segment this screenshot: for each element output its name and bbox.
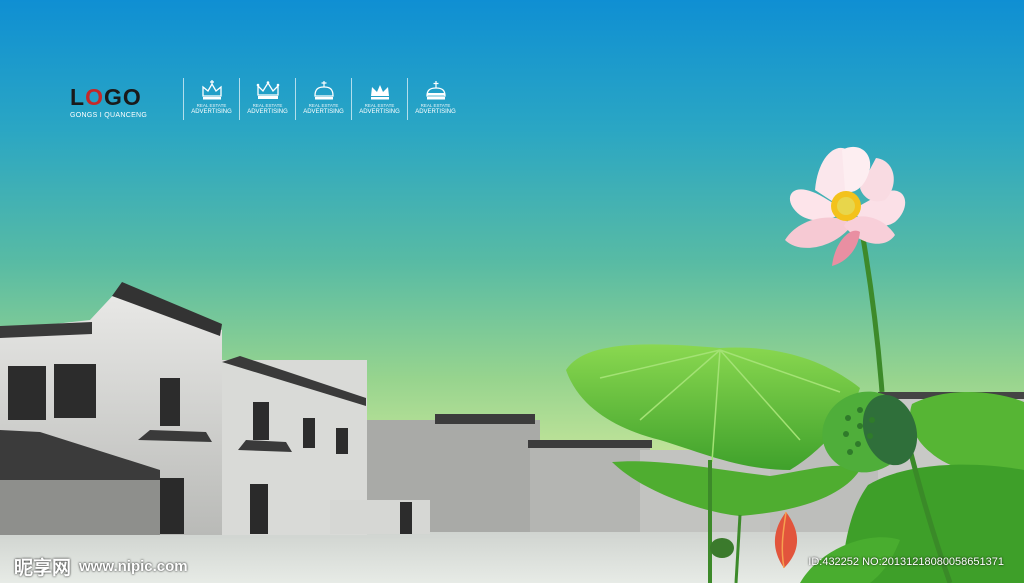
badge-4: REAL ESTATE ADVERTISING xyxy=(351,78,407,120)
badge-5: REAL ESTATE ADVERTISING xyxy=(407,78,463,120)
crown-icon xyxy=(370,85,389,100)
logo-o-accent: O xyxy=(85,84,104,110)
watermark-brand: 昵享网 xyxy=(14,557,72,579)
crown-icon xyxy=(425,81,446,100)
advertising-badges: REAL ESTATE ADVERTISING REAL ESTATE ADVE… xyxy=(183,78,463,120)
badge-3: REAL ESTATE ADVERTISING xyxy=(295,78,351,120)
badge-2: REAL ESTATE ADVERTISING xyxy=(239,78,295,120)
crown-icon xyxy=(201,80,222,100)
logo-wordmark: LOGO xyxy=(70,84,142,110)
crown-icon xyxy=(313,81,334,100)
watermark-id: ID:432252 NO:20131218080058651371 xyxy=(808,556,1004,568)
watermark-url[interactable]: www.nipic.com xyxy=(79,558,188,575)
left-houses xyxy=(0,282,430,535)
logo-subtitle: GONGS I QUANCENG xyxy=(70,112,148,119)
logo: LOGO GONGS I QUANCENG xyxy=(70,84,148,120)
lotus-flower xyxy=(785,146,906,266)
crown-icon xyxy=(256,81,279,99)
poster-canvas: LOGO GONGS I QUANCENG REAL ESTATE ADVERT… xyxy=(0,0,1024,583)
village-lotus-scene xyxy=(0,146,1024,583)
badge-1: REAL ESTATE ADVERTISING xyxy=(183,78,239,120)
watermark-site: 昵享网 www.nipic.com xyxy=(14,553,188,580)
